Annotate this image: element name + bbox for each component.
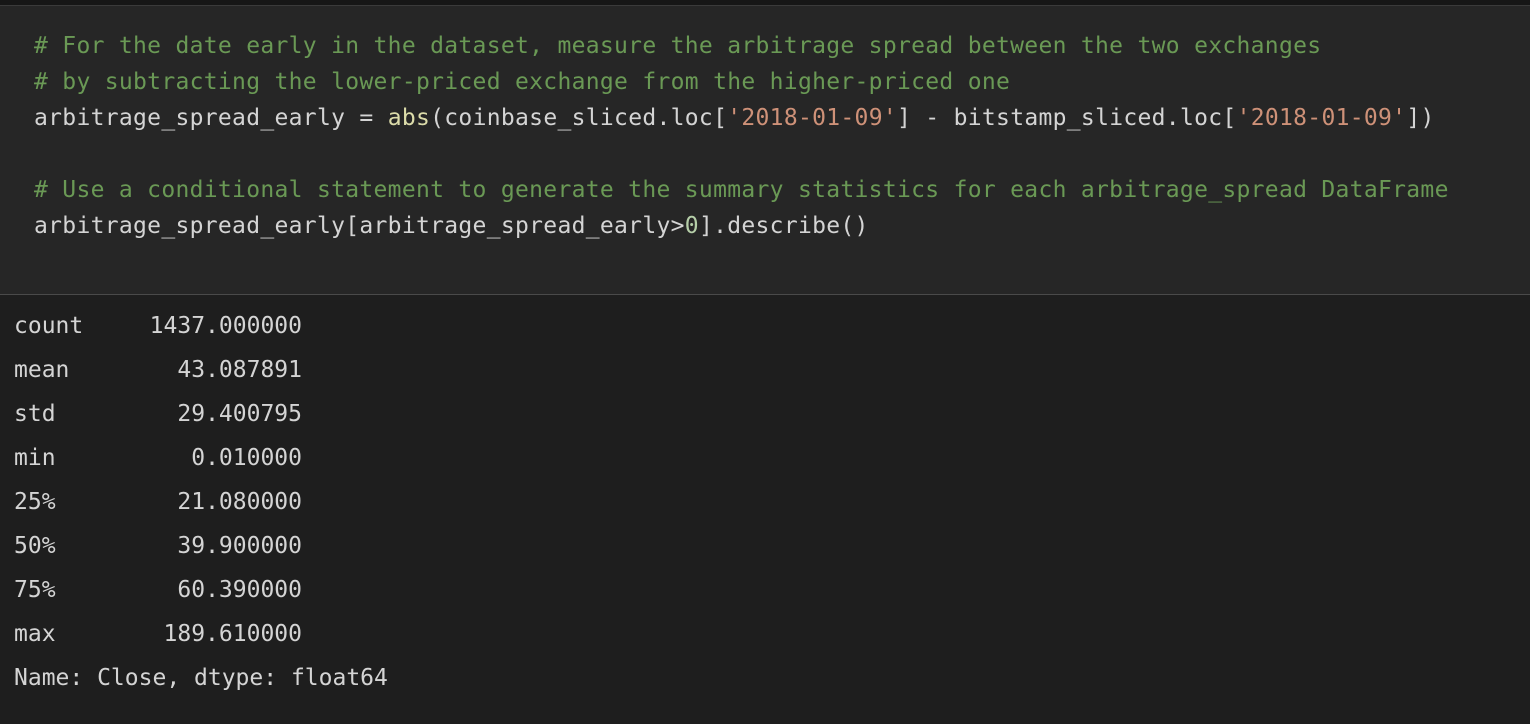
stat-label: 50% bbox=[14, 533, 56, 559]
code-text: ]) bbox=[1406, 105, 1435, 131]
output-row-mean: mean 43.087891 bbox=[14, 348, 302, 392]
code-string: '2018-01-09' bbox=[1236, 105, 1407, 131]
stat-value: 1437.000000 bbox=[149, 313, 302, 339]
output-row-25pct: 25% 21.080000 bbox=[14, 480, 302, 524]
stat-value: 39.900000 bbox=[177, 533, 302, 559]
code-text: ] - bitstamp_sliced.loc[ bbox=[897, 105, 1237, 131]
stat-label: min bbox=[14, 445, 56, 471]
code-number: 0 bbox=[684, 213, 699, 239]
code-comment-line-1: # For the date early in the dataset, mea… bbox=[34, 33, 1322, 59]
code-cell[interactable]: # For the date early in the dataset, mea… bbox=[0, 6, 1530, 295]
output-row-max: max 189.610000 bbox=[14, 612, 302, 656]
code-comment-line-2: # by subtracting the lower-priced exchan… bbox=[34, 69, 1011, 95]
code-text: (coinbase_sliced.loc[ bbox=[430, 105, 728, 131]
stat-label: mean bbox=[14, 357, 70, 383]
output-cell: count 1437.000000 mean 43.087891 std 29.400… bbox=[0, 296, 1530, 724]
stat-label: max bbox=[14, 621, 56, 647]
code-line-3: arbitrage_spread_early = abs(coinbase_sl… bbox=[34, 100, 1435, 136]
code-comment-line-5: # Use a conditional statement to generat… bbox=[34, 177, 1449, 203]
output-row-50pct: 50% 39.900000 bbox=[14, 524, 302, 568]
output-row-count: count 1437.000000 bbox=[14, 304, 302, 348]
output-row-min: min 0.010000 bbox=[14, 436, 302, 480]
stat-value: 0.010000 bbox=[191, 445, 302, 471]
stat-label: 25% bbox=[14, 489, 56, 515]
stat-value: 60.390000 bbox=[177, 577, 302, 603]
stat-label: std bbox=[14, 401, 56, 427]
output-row-75pct: 75% 60.390000 bbox=[14, 568, 302, 612]
code-text: arbitrage_spread_early[arbitrage_spread_… bbox=[34, 213, 685, 239]
output-series-info: Name: Close, dtype: float64 bbox=[14, 665, 388, 691]
stat-value: 43.087891 bbox=[177, 357, 302, 383]
code-line-6: arbitrage_spread_early[arbitrage_spread_… bbox=[34, 208, 869, 244]
code-text: ].describe() bbox=[698, 213, 869, 239]
stat-label: count bbox=[14, 313, 84, 339]
output-row-std: std 29.400795 bbox=[14, 392, 302, 436]
stat-value: 21.080000 bbox=[177, 489, 302, 515]
stat-label: 75% bbox=[14, 577, 56, 603]
code-variable: arbitrage_spread_early = bbox=[34, 105, 388, 131]
stat-value: 189.610000 bbox=[163, 621, 302, 647]
code-string: '2018-01-09' bbox=[727, 105, 898, 131]
code-function-abs: abs bbox=[387, 105, 431, 131]
stat-value: 29.400795 bbox=[177, 401, 302, 427]
